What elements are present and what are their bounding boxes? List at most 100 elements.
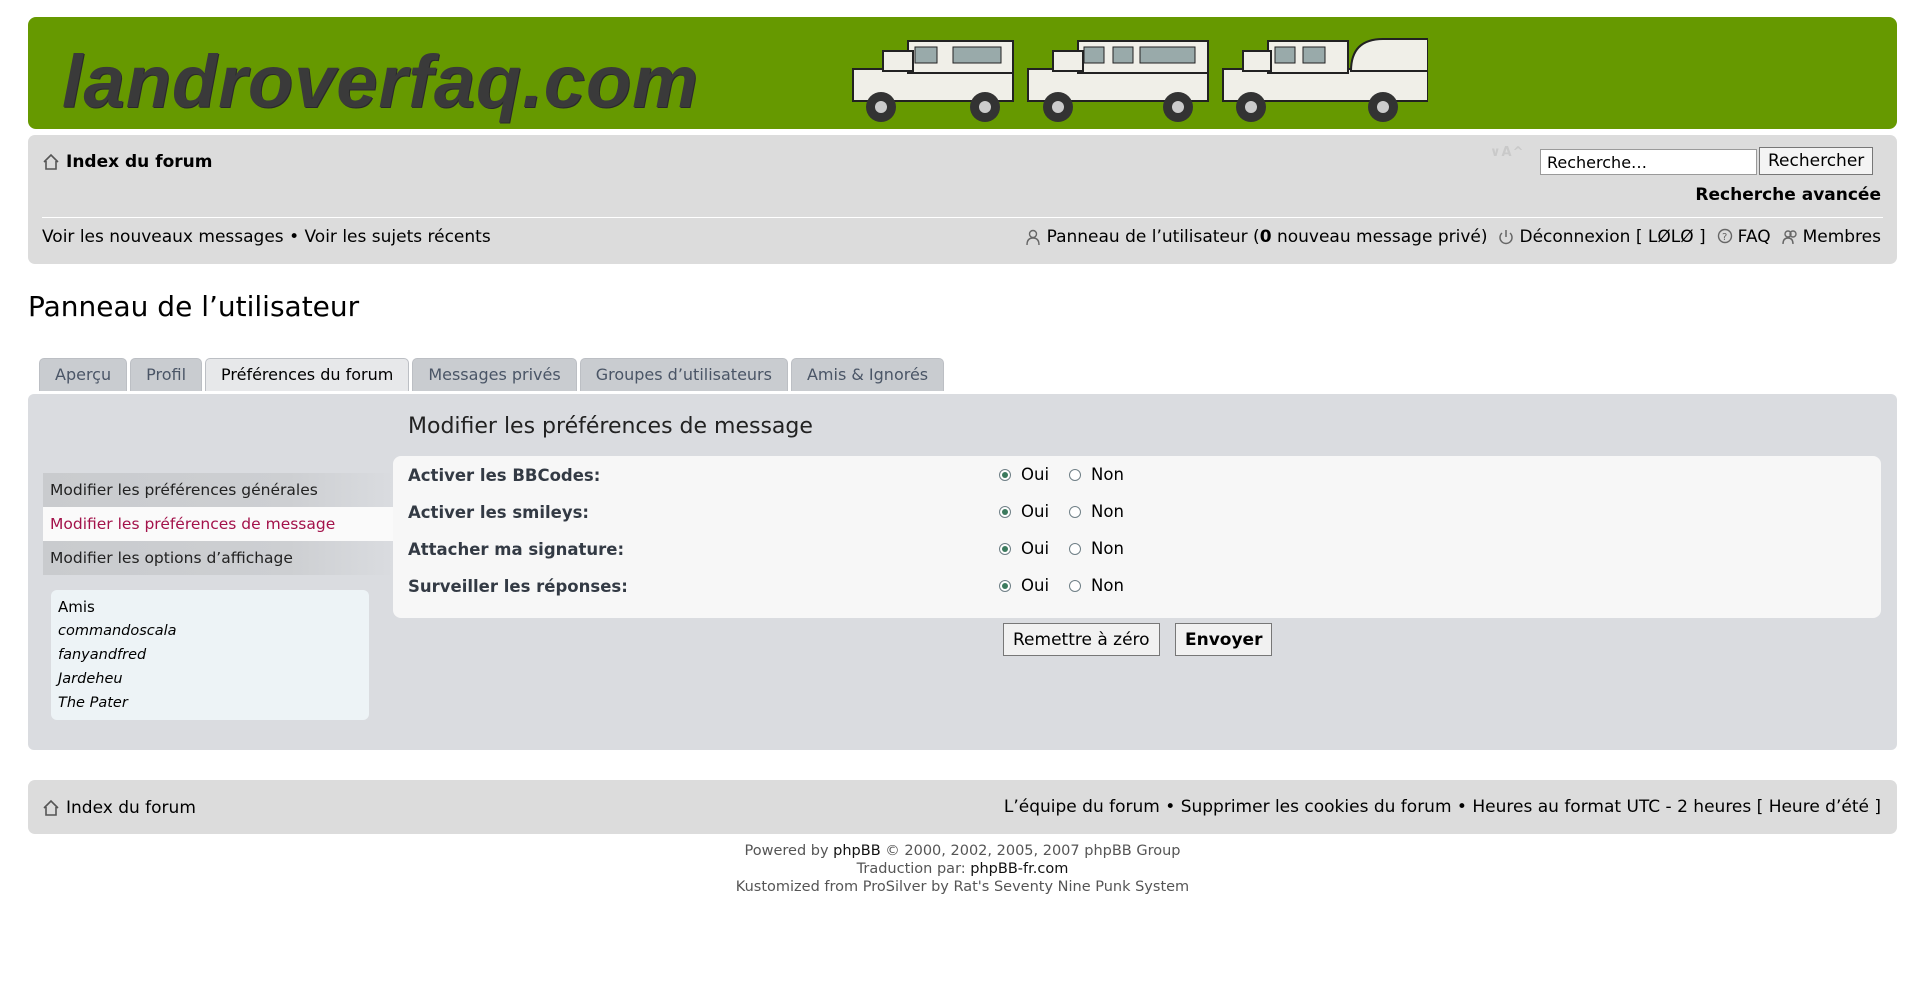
user-panel-icon [1025,229,1040,246]
forum-index-link[interactable]: Index du forum [42,152,212,172]
tab-friends-foes[interactable]: Amis & Ignorés [790,358,945,391]
home-icon [43,153,59,170]
pref-row-bbcode: Activer les BBCodes: Oui Non [393,460,1881,490]
friends-list: Amis commandoscala fanyandfred Jardeheu … [51,590,369,720]
quick-links: Voir les nouveaux messages • Voir les su… [42,227,491,247]
footer-forum-index-label: Index du forum [66,798,196,818]
option-yes-label: Oui [1021,502,1050,521]
tab-forum-preferences[interactable]: Préférences du forum [205,358,410,391]
pref-options: Oui Non [999,576,1144,595]
faq-link[interactable]: FAQ [1738,227,1771,247]
radio-yes[interactable] [999,542,1011,555]
option-yes-label: Oui [1021,465,1050,484]
search-button[interactable]: Rechercher [1759,147,1874,175]
option-no-label: Non [1091,539,1124,558]
tab-usergroups[interactable]: Groupes d’utilisateurs [579,358,788,391]
kustom-line: Kustomized from ProSilver by Rat's Seven… [735,879,1190,895]
friends-title: Amis [58,598,95,616]
land-rover-trucks-image [852,38,1428,122]
translation-line: Traduction par: phpBB-fr.com [28,860,1897,878]
footer-forum-index-link[interactable]: Index du forum [42,798,196,818]
search-input[interactable] [1540,149,1757,175]
separator-bullet: • [1451,797,1473,817]
pref-label: Activer les smileys: [408,503,590,522]
powered-prefix: Powered by [744,843,834,859]
username: [ LØLØ ] [1635,227,1706,247]
radio-no[interactable] [1069,505,1082,518]
translation-link[interactable]: phpBB-fr.com [970,861,1068,877]
new-messages-link[interactable]: Voir les nouveaux messages [42,227,284,247]
pref-options: Oui Non [999,502,1144,521]
svg-text:?: ? [1722,232,1727,243]
reset-button[interactable]: Remettre à zéro [1003,623,1160,656]
side-item-message-preferences[interactable]: Modifier les préférences de message [43,507,395,541]
option-no-label: Non [1091,576,1124,595]
radio-no[interactable] [1069,542,1082,555]
power-icon [1499,230,1514,245]
friend-item[interactable]: The Pater [58,691,362,715]
side-menu: Modifier les préférences générales Modif… [43,473,395,575]
pref-label: Surveiller les réponses: [408,577,628,596]
friend-item[interactable]: commandoscala [58,619,362,643]
option-yes-label: Oui [1021,539,1050,558]
header-navbar: Index du forum ∨A^ Rechercher Recherche … [28,135,1897,264]
radio-no[interactable] [1069,468,1082,481]
phpbb-link[interactable]: phpBB [833,843,881,859]
pref-options: Oui Non [999,539,1144,558]
forum-index-label: Index du forum [66,152,213,172]
pref-label: Attacher ma signature: [408,540,625,559]
side-item-display-options[interactable]: Modifier les options d’affichage [43,541,395,575]
site-banner[interactable]: landroverfaq.com [28,17,1897,129]
team-link[interactable]: L’équipe du forum [1004,797,1160,817]
pref-options: Oui Non [999,465,1144,484]
powered-by-line: Powered by phpBB © 2000, 2002, 2005, 200… [28,842,1897,860]
copyright: Powered by phpBB © 2000, 2002, 2005, 200… [28,842,1897,896]
preferences-form: Activer les BBCodes: Oui Non Activer les… [393,456,1881,618]
footer-navbar: Index du forum L’équipe du forum • Suppr… [28,780,1897,834]
tab-private-messages[interactable]: Messages privés [412,358,577,391]
user-panel-link[interactable]: Panneau de l’utilisateur (0 nouveau mess… [1047,227,1488,247]
members-icon [1781,230,1797,245]
page-title: Panneau de l’utilisateur [28,290,360,323]
side-item-general-preferences[interactable]: Modifier les préférences générales [43,473,395,507]
tab-profile[interactable]: Profil [130,358,203,391]
navbar-divider [42,217,1883,218]
radio-no[interactable] [1069,579,1082,592]
option-no-label: Non [1091,465,1124,484]
tab-overview[interactable]: Aperçu [39,358,128,391]
friend-item[interactable]: Jardeheu [58,667,362,691]
friend-item[interactable]: fanyandfred [58,643,362,667]
translation-prefix: Traduction par: [856,861,971,877]
user-links: Panneau de l’utilisateur (0 nouveau mess… [1025,227,1881,247]
timezone-text: Heures au format UTC - 2 heures [ Heure … [1472,797,1881,817]
recent-topics-link[interactable]: Voir les sujets récents [305,227,491,247]
radio-yes[interactable] [999,468,1011,481]
separator-bullet: • [289,227,300,247]
advanced-search-link[interactable]: Recherche avancée [1695,185,1881,205]
separator-bullet: • [1159,797,1181,817]
faq-icon: ? [1717,228,1732,244]
footer-links: L’équipe du forum • Supprimer les cookie… [1004,797,1881,817]
preferences-panel: Modifier les préférences générales Modif… [28,394,1897,750]
home-icon [43,799,59,816]
site-logo[interactable]: landroverfaq.com [62,39,699,124]
pref-row-signature: Attacher ma signature: Oui Non [393,534,1881,564]
user-panel-prefix: Panneau de l’utilisateur ( [1046,227,1260,247]
delete-cookies-link[interactable]: Supprimer les cookies du forum [1181,797,1452,817]
section-title: Modifier les préférences de message [408,414,813,439]
powered-suffix: © 2000, 2002, 2005, 2007 phpBB Group [880,843,1181,859]
radio-yes[interactable] [999,505,1011,518]
ucp-tabs: Aperçu Profil Préférences du forum Messa… [39,358,945,391]
submit-button[interactable]: Envoyer [1175,623,1273,656]
pref-row-smileys: Activer les smileys: Oui Non [393,497,1881,527]
logout-label: Déconnexion [1519,227,1631,247]
option-no-label: Non [1091,502,1124,521]
pref-row-notify: Surveiller les réponses: Oui Non [393,571,1881,601]
user-panel-suffix: nouveau message privé) [1271,227,1488,247]
radio-yes[interactable] [999,579,1011,592]
logout-link[interactable]: Déconnexion [ LØLØ ] [1519,227,1705,247]
pm-count: 0 [1259,227,1272,247]
option-yes-label: Oui [1021,576,1050,595]
font-size-change-icon[interactable]: ∨A^ [1490,145,1525,160]
members-link[interactable]: Membres [1803,227,1881,247]
